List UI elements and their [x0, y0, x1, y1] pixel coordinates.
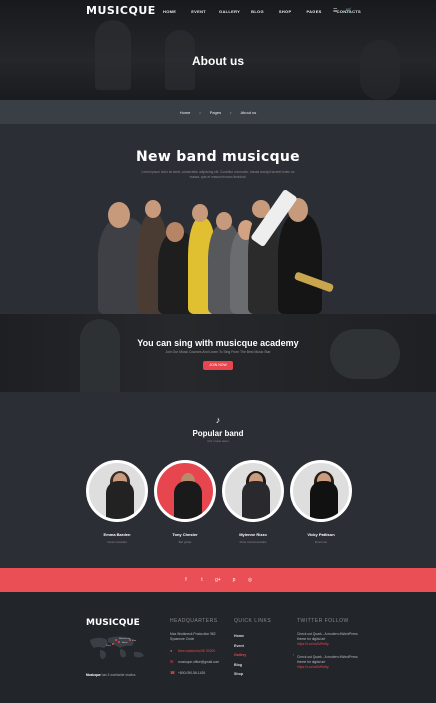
footer-link-home[interactable]: Home: [234, 632, 294, 642]
map-caption: Musicque has 5 worldwide studios: [86, 673, 136, 677]
tweet: Check out Quark - A modern #WordPress th…: [297, 632, 359, 647]
pinterest-icon[interactable]: p: [231, 577, 237, 583]
member-avatar[interactable]: [290, 460, 352, 522]
footer-link-gallery[interactable]: Gallery ›: [234, 651, 294, 661]
svg-text:Manchester: Manchester: [119, 637, 131, 640]
tweet-link[interactable]: https://t.co/sx0M9nNy: [297, 665, 359, 670]
phone-icon: ☎: [170, 670, 175, 675]
member-name[interactable]: Tony Chester: [154, 532, 216, 537]
member-name[interactable]: Mylenne Rizzo: [222, 532, 284, 537]
tweet-link[interactable]: https://t.co/sx0M9nNy: [297, 642, 359, 647]
hq-address: Max Wodkneck Production 982 Sycamore Cir…: [170, 632, 216, 641]
menu-item-blog[interactable]: BLOG: [251, 9, 264, 14]
cart-icon[interactable]: 🛒: [345, 8, 351, 14]
academy-banner: You can sing with musicque academy Join …: [0, 314, 436, 392]
member-role: Drummer: [314, 540, 328, 544]
breadcrumb-home[interactable]: Home: [180, 110, 191, 115]
member-role: Vocal musician: [106, 540, 127, 544]
member-role: Bet guitar: [178, 540, 192, 544]
breadcrumb-pages[interactable]: Pages: [210, 110, 221, 115]
location-pin-icon: ●: [170, 648, 173, 653]
hq-phone[interactable]: +800-090-56-1426: [178, 671, 205, 675]
svg-text:Paris: Paris: [106, 644, 112, 647]
member-card[interactable]: Mylenne Rizzo Flute instrumentalist: [222, 460, 284, 544]
chevron-right-icon: ›: [292, 653, 294, 657]
social-bar: f t g+ p ◎: [0, 568, 436, 592]
academy-subtitle: Join Our Music Courses And Learn To Sing…: [165, 350, 271, 354]
svg-text:Berlin: Berlin: [122, 641, 128, 644]
page: MUSICQUE HOME EVENT GALLERY BLOG SHOP PA…: [0, 0, 436, 703]
academy-title: You can sing with musicque academy: [137, 338, 299, 348]
twitter-feed: Check out Quark - A modern #WordPress th…: [297, 632, 359, 678]
member-role: Flute instrumentalist: [239, 540, 267, 544]
twitter-icon[interactable]: t: [199, 577, 205, 583]
tweet: Check out Quark - A modern #WordPress th…: [297, 655, 359, 670]
member-card[interactable]: Emma Barden Vocal musician: [86, 460, 148, 544]
popular-subtitle: Our music team: [207, 439, 229, 443]
breadcrumb-current: About us: [240, 109, 257, 115]
member-avatar[interactable]: [86, 460, 148, 522]
popular-title: Popular band: [192, 429, 244, 438]
footer-link-event[interactable]: Event: [234, 642, 294, 652]
dribbble-icon[interactable]: ◎: [247, 577, 253, 583]
breadcrumb-separator-icon: •: [199, 109, 201, 115]
member-card[interactable]: Vicky Pattison Drummer: [290, 460, 352, 544]
popular-band-section: ♪ Popular band Our music team Emma Barde…: [0, 392, 436, 568]
hq-location: New caledonia,NE 90200: [178, 648, 216, 653]
mail-icon: ✉: [170, 659, 174, 664]
menu-item-pages[interactable]: PAGES: [306, 9, 321, 14]
band-description: Lorem ipsum dolor sit amet, consectetur …: [141, 170, 295, 179]
hq-heading: HEADQUARTERS: [170, 618, 218, 624]
hero-banner: MUSICQUE HOME EVENT GALLERY BLOG SHOP PA…: [0, 0, 436, 100]
page-title: About us: [192, 54, 244, 68]
band-title: New band musicque: [136, 149, 300, 165]
breadcrumb: Home • Pages • About us: [0, 100, 436, 124]
music-note-icon: ♪: [215, 415, 221, 425]
menu-item-shop[interactable]: SHOP: [279, 9, 292, 14]
top-navigation: MUSICQUE HOME EVENT GALLERY BLOG SHOP PA…: [0, 0, 436, 24]
band-photo: [88, 188, 348, 314]
nav-icons: ☰ 🛒: [333, 8, 352, 14]
footer-logo[interactable]: MUSICQUE: [86, 618, 140, 628]
quick-links: Home Event Gallery › Blog Shop: [234, 632, 294, 680]
footer-link-shop[interactable]: Shop: [234, 670, 294, 680]
breadcrumb-separator-icon: •: [230, 109, 232, 115]
headquarters-info: Max Wodkneck Production 982 Sycamore Cir…: [170, 632, 230, 675]
member-avatar[interactable]: [154, 460, 216, 522]
menu-item-home[interactable]: HOME: [163, 9, 176, 14]
quick-links-heading: QUICK LINKS: [234, 618, 272, 624]
menu-item-event[interactable]: EVENT: [191, 9, 206, 14]
world-map: Manchester Berlin Paris Mos: [90, 636, 144, 659]
site-logo[interactable]: MUSICQUE: [86, 4, 156, 17]
facebook-icon[interactable]: f: [183, 577, 189, 583]
band-section: New band musicque Lorem ipsum dolor sit …: [0, 124, 436, 314]
twitter-heading: TWITTER FOLLOW: [297, 618, 349, 624]
menu-item-gallery[interactable]: GALLERY: [219, 9, 240, 14]
google-plus-icon[interactable]: g+: [215, 577, 221, 583]
member-card[interactable]: Tony Chester Bet guitar: [154, 460, 216, 544]
hq-email[interactable]: musicque.office@gmail.com: [178, 660, 219, 664]
footer-link-blog[interactable]: Blog: [234, 661, 294, 671]
join-now-button[interactable]: JOIN NOW: [203, 361, 233, 370]
menu-icon[interactable]: ☰: [333, 8, 337, 14]
svg-text:Mos: Mos: [132, 640, 137, 642]
member-name[interactable]: Vicky Pattison: [290, 532, 352, 537]
footer: MUSICQUE Manchester Berlin Paris Mos Mus…: [0, 592, 436, 703]
member-name[interactable]: Emma Barden: [86, 532, 148, 537]
member-avatar[interactable]: [222, 460, 284, 522]
